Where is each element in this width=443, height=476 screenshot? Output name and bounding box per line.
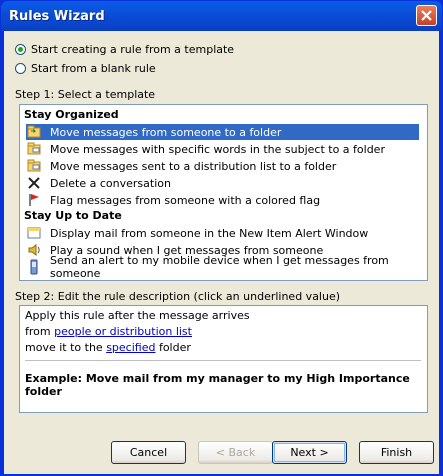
- template-item[interactable]: Delete a conversation: [26, 175, 419, 191]
- finish-button-label: Finish: [380, 446, 413, 459]
- template-item-label: Flag messages from someone with a colore…: [50, 193, 321, 207]
- group-heading-stay-organized: Stay Organized: [24, 108, 119, 121]
- alert-window-icon: [26, 225, 42, 241]
- option-blank-radio[interactable]: Start from a blank rule: [15, 60, 156, 76]
- back-button-label: < Back: [215, 446, 256, 459]
- option-blank-label: Start from a blank rule: [31, 61, 156, 75]
- description-line-2: from people or distribution list: [25, 325, 192, 338]
- description-line-2-prefix: from: [25, 325, 55, 338]
- close-icon: [421, 10, 432, 21]
- template-item-label: Move messages sent to a distribution lis…: [50, 159, 337, 173]
- window-title: Rules Wizard: [9, 9, 105, 24]
- description-line-3-suffix: folder: [155, 341, 191, 354]
- step2-label: Step 2: Edit the rule description (click…: [15, 290, 341, 303]
- option-template-label: Start creating a rule from a template: [31, 42, 235, 56]
- red-flag-icon: [26, 192, 42, 208]
- specified-folder-link[interactable]: specified: [106, 341, 155, 354]
- template-item[interactable]: Move messages with specific words in the…: [26, 141, 419, 157]
- close-button[interactable]: [416, 5, 437, 26]
- mobile-device-icon: [26, 259, 42, 275]
- template-item[interactable]: Send an alert to my mobile device when I…: [26, 254, 419, 280]
- template-item[interactable]: Flag messages from someone with a colore…: [26, 192, 419, 208]
- title-bar[interactable]: Rules Wizard: [1, 1, 442, 31]
- back-button[interactable]: < Back: [198, 441, 273, 464]
- description-divider: [25, 360, 421, 361]
- template-item-label: Move messages with specific words in the…: [50, 142, 385, 156]
- description-line-3-prefix: move it to the: [25, 341, 107, 354]
- sound-icon: [26, 242, 42, 258]
- template-item-label: Delete a conversation: [50, 176, 171, 190]
- group-heading-stay-up-to-date: Stay Up to Date: [24, 209, 122, 222]
- cancel-button-label: Cancel: [129, 446, 168, 459]
- folder-move-icon: [26, 158, 42, 174]
- template-item[interactable]: Move messages from someone to a folder: [26, 124, 419, 140]
- next-button-label: Next >: [290, 446, 329, 459]
- cancel-button[interactable]: Cancel: [111, 441, 186, 464]
- template-item[interactable]: Display mail from someone in the New Ite…: [26, 225, 419, 241]
- next-button[interactable]: Next >: [272, 441, 347, 464]
- template-item-label: Display mail from someone in the New Ite…: [50, 226, 369, 240]
- template-item-label: Send an alert to my mobile device when I…: [50, 254, 389, 280]
- template-item[interactable]: Move messages sent to a distribution lis…: [26, 158, 419, 174]
- people-or-distribution-list-link[interactable]: people or distribution list: [54, 325, 192, 338]
- finish-button[interactable]: Finish: [359, 441, 434, 464]
- radio-selected-icon[interactable]: [15, 43, 26, 55]
- step1-label: Step 1: Select a template: [15, 88, 156, 101]
- folder-move-icon: [26, 141, 42, 157]
- template-list[interactable]: Stay Organized Move messages from someon…: [19, 104, 428, 281]
- folder-move-icon: [26, 124, 42, 140]
- description-line-3: move it to the specified folder: [25, 341, 191, 354]
- rule-description-box: Apply this rule after the message arrive…: [19, 305, 428, 413]
- radio-unselected-icon[interactable]: [15, 62, 26, 74]
- description-example: Example: Move mail from my manager to my…: [25, 372, 410, 398]
- option-template-radio[interactable]: Start creating a rule from a template: [15, 41, 234, 57]
- description-line-1: Apply this rule after the message arrive…: [25, 309, 250, 322]
- template-item-label: Move messages from someone to a folder: [50, 125, 282, 139]
- rules-wizard-window: Rules Wizard Start creating a rule from …: [0, 0, 443, 476]
- delete-x-icon: [26, 175, 42, 191]
- dialog-body: Start creating a rule from a template St…: [4, 31, 439, 474]
